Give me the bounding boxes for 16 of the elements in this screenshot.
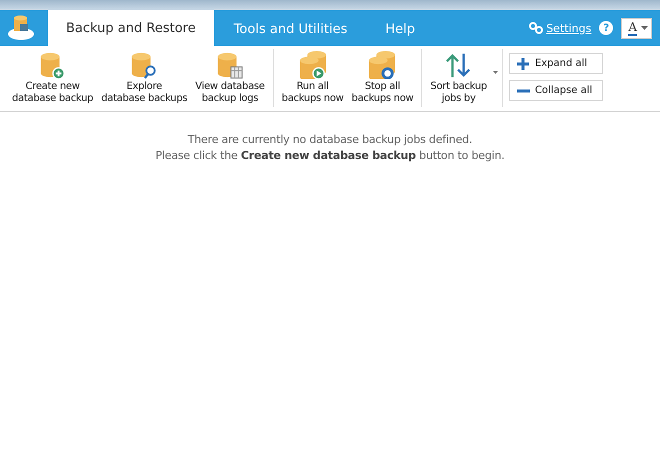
ribbon-button[interactable]: View database backup logs	[191, 49, 269, 107]
caret-icon	[641, 26, 648, 30]
gears-icon	[529, 22, 544, 34]
plus-icon	[516, 56, 530, 70]
ribbon-button[interactable]: Stop all backups now	[348, 49, 418, 107]
ribbon-button[interactable]: Sort backup jobs by	[426, 49, 491, 107]
empty-message: There are currently no database backup jobs defined.	[188, 132, 472, 148]
instruction-message: Please click the Create new database backup button to begin.	[155, 148, 505, 164]
ribbon-button[interactable]: Run all backups now	[278, 49, 348, 107]
tab[interactable]: Backup and Restore	[48, 10, 214, 46]
ribbon-button[interactable]: Collapse all	[508, 80, 604, 101]
ribbon-button[interactable]: Create new database backup	[8, 49, 98, 107]
ribbon-button[interactable]: Explore database backups	[97, 49, 192, 107]
ribbon-button[interactable]: Expand all	[508, 53, 604, 74]
cloud-database-icon	[6, 15, 36, 41]
font-color-button[interactable]: A	[621, 18, 652, 38]
